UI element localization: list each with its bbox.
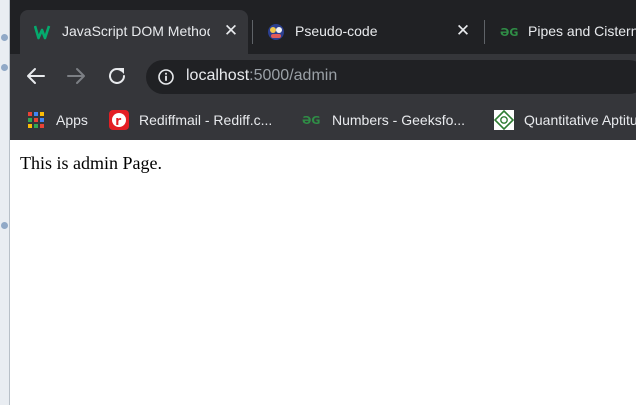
tab-title: Pipes and Cisterns: [528, 23, 636, 39]
url-path: :5000/admin: [249, 67, 338, 84]
reload-icon[interactable]: [105, 64, 129, 88]
site-info-icon[interactable]: [158, 69, 174, 85]
geeksforgeeks-icon: ƏG: [500, 26, 518, 39]
tab-pseudo-code[interactable]: Pseudo-code ✕: [253, 10, 481, 54]
tab-title: JavaScript DOM Methods: [62, 23, 210, 39]
bookmark-numbers-geeksforgeeks[interactable]: ƏG Numbers - Geeksfo...: [302, 107, 465, 133]
apps-grid-icon: [28, 112, 44, 128]
edge-glyph-icon: [1, 64, 8, 71]
rediffmail-icon: r: [109, 110, 129, 130]
bookmark-rediffmail[interactable]: r Rediffmail - Rediff.c...: [109, 107, 272, 133]
tab-close-icon[interactable]: ✕: [222, 21, 240, 41]
browser-chrome: JavaScript DOM Methods ✕ Pseudo-code ✕ Ə…: [10, 0, 636, 140]
bookmark-label: Apps: [56, 112, 88, 128]
page-body-text: This is admin Page.: [20, 153, 162, 173]
svg-text:r: r: [115, 114, 121, 128]
left-window-edge: [0, 0, 10, 405]
tab-title: Pseudo-code: [295, 23, 378, 39]
toolbar: localhost:5000/admin: [10, 54, 636, 100]
bookmark-label: Numbers - Geeksfo...: [332, 112, 466, 128]
page-viewport: This is admin Page.: [10, 140, 636, 405]
address-bar[interactable]: localhost:5000/admin: [146, 60, 636, 94]
svg-text:ƏG: ƏG: [500, 26, 518, 39]
edge-glyph-icon: [1, 222, 8, 229]
tab-strip: JavaScript DOM Methods ✕ Pseudo-code ✕ Ə…: [10, 0, 636, 54]
svg-text:ƏG: ƏG: [302, 114, 320, 127]
bookmark-label: Quantitative Aptitude: [524, 112, 636, 128]
quantitative-aptitude-icon: [494, 110, 514, 130]
bookmark-apps[interactable]: Apps: [26, 107, 88, 133]
bookmarks-bar: Apps r Rediffmail - Rediff.c... ƏG Numbe…: [10, 100, 636, 140]
w3schools-icon: [34, 25, 51, 40]
url-text[interactable]: localhost:5000/admin: [186, 67, 337, 85]
tab-pipes-and-cisterns[interactable]: ƏG Pipes and Cisterns: [486, 10, 636, 54]
edge-glyph-icon: [1, 34, 8, 41]
forward-arrow-icon[interactable]: [64, 64, 88, 88]
bookmark-quantitative-aptitude[interactable]: Quantitative Aptitude: [494, 107, 636, 133]
back-arrow-icon[interactable]: [24, 64, 48, 88]
tab-separator: [484, 20, 485, 44]
tab-javascript-dom-methods[interactable]: JavaScript DOM Methods ✕: [20, 10, 248, 54]
tab-close-icon[interactable]: ✕: [454, 21, 472, 41]
url-host: localhost: [186, 67, 250, 84]
geeksforgeeks-icon: ƏG: [302, 114, 320, 127]
bookmark-label: Rediffmail - Rediff.c...: [139, 112, 273, 128]
pseudo-code-icon: [268, 24, 284, 40]
